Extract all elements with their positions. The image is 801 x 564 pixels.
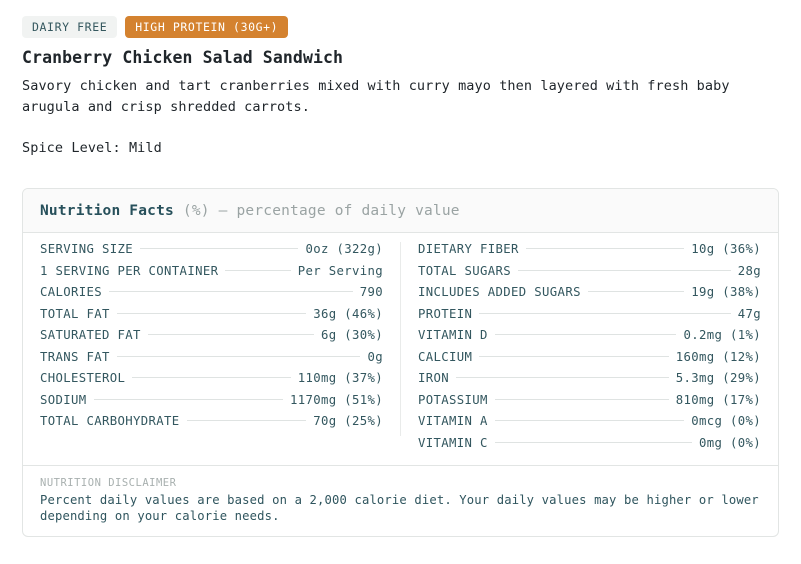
nutrition-row-leader bbox=[518, 269, 731, 271]
nutrition-row: PROTEIN 47g bbox=[418, 307, 761, 329]
nutrition-row-label: POTASSIUM bbox=[418, 392, 488, 407]
nutrition-row-value: 810mg (17%) bbox=[675, 392, 761, 407]
nutrition-row-label: TOTAL CARBOHYDRATE bbox=[40, 414, 180, 428]
nutrition-row-leader bbox=[479, 312, 731, 314]
nutrition-row-label: TRANS FAT bbox=[40, 349, 110, 364]
nutrition-row: TOTAL CARBOHYDRATE 70g (25%) bbox=[40, 414, 383, 436]
nutrition-card-header: Nutrition Facts (%) – percentage of dail… bbox=[23, 189, 778, 233]
nutrition-row-leader bbox=[494, 334, 677, 335]
nutrition-row-value: 0mg (0%) bbox=[698, 435, 761, 450]
nutrition-row-leader bbox=[494, 441, 692, 443]
nutrition-row: TRANS FAT 0g bbox=[40, 350, 383, 372]
nutrition-row-leader bbox=[494, 398, 669, 400]
nutrition-row: IRON 5.3mg (29%) bbox=[418, 371, 761, 393]
nutrition-row-label: IRON bbox=[418, 371, 450, 385]
nutrition-row-label: CALCIUM bbox=[418, 349, 473, 364]
nutrition-row-leader bbox=[587, 291, 685, 292]
nutrition-row: TOTAL FAT 36g (46%) bbox=[40, 307, 383, 329]
nutrition-row-value: 10g (36%) bbox=[691, 242, 761, 256]
nutrition-row: INCLUDES ADDED SUGARS 19g (38%) bbox=[418, 285, 761, 307]
nutrition-row-leader bbox=[479, 355, 669, 357]
nutrition-row-value: 160mg (12%) bbox=[675, 349, 761, 364]
nutrition-row: 1 SERVING PER CONTAINER Per Serving bbox=[40, 264, 383, 286]
nutrition-row: SATURATED FAT 6g (30%) bbox=[40, 328, 383, 350]
badge-dairy-free: DAIRY FREE bbox=[22, 16, 118, 38]
nutrition-row-leader bbox=[116, 312, 307, 314]
nutrition-row-value: 19g (38%) bbox=[691, 285, 761, 299]
nutrition-row: VITAMIN A 0mcg (0%) bbox=[418, 414, 761, 436]
nutrition-row-value: 5.3mg (29%) bbox=[675, 371, 761, 385]
nutrition-card-body: SERVING SIZE 0oz (322g) 1 SERVING PER CONT… bbox=[23, 233, 778, 465]
nutrition-row-label: INCLUDES ADDED SUGARS bbox=[418, 285, 581, 299]
nutrition-row-label: SODIUM bbox=[40, 392, 87, 407]
nutrition-row-label: VITAMIN D bbox=[418, 328, 488, 342]
nutrition-row: POTASSIUM 810mg (17%) bbox=[418, 393, 761, 415]
nutrition-row-leader bbox=[525, 248, 685, 249]
nutrition-row: VITAMIN D 0.2mg (1%) bbox=[418, 328, 761, 350]
nutrition-row-value: Per Serving bbox=[297, 263, 383, 278]
nutrition-row-label: TOTAL FAT bbox=[40, 306, 110, 321]
nutrition-row-label: SATURATED FAT bbox=[40, 328, 141, 342]
nutrition-row-leader bbox=[494, 420, 685, 421]
nutrition-row-leader bbox=[456, 377, 669, 378]
nutrition-row-label: CALORIES bbox=[40, 285, 103, 299]
disclaimer-text: Percent daily values are based on a 2,00… bbox=[40, 493, 759, 523]
nutrition-row-label: VITAMIN A bbox=[418, 414, 488, 428]
nutrition-row-value: 0mcg (0%) bbox=[691, 414, 761, 428]
nutrition-row-leader bbox=[109, 291, 353, 292]
nutrition-column-right: DIETARY FIBER 10g (36%) TOTAL SUGARS 28g INC… bbox=[401, 242, 778, 457]
nutrition-row: SODIUM 1170mg (51%) bbox=[40, 393, 383, 415]
nutrition-row-leader bbox=[225, 269, 291, 271]
nutrition-row: CALCIUM 160mg (12%) bbox=[418, 350, 761, 372]
nutrition-column-left: SERVING SIZE 0oz (322g) 1 SERVING PER CONT… bbox=[23, 242, 401, 436]
nutrition-row-label: TOTAL SUGARS bbox=[418, 263, 512, 278]
nutrition-row-label: SERVING SIZE bbox=[40, 242, 134, 256]
nutrition-row-value: 110mg (37%) bbox=[297, 371, 383, 385]
nutrition-row-leader bbox=[147, 334, 314, 335]
nutrition-row-leader bbox=[93, 398, 283, 400]
disclaimer-label: NUTRITION DISCLAIMER bbox=[40, 477, 177, 489]
nutrition-row-label: PROTEIN bbox=[418, 306, 473, 321]
nutrition-row: DIETARY FIBER 10g (36%) bbox=[418, 242, 761, 264]
nutrition-row: VITAMIN C 0mg (0%) bbox=[418, 436, 761, 458]
nutrition-row: TOTAL SUGARS 28g bbox=[418, 264, 761, 286]
nutrition-row: SERVING SIZE 0oz (322g) bbox=[40, 242, 383, 264]
nutrition-row-leader bbox=[132, 377, 291, 378]
nutrition-page: DAIRY FREE HIGH PROTEIN (30G+) Cranberry… bbox=[0, 0, 801, 564]
nutrition-row: CHOLESTEROL 110mg (37%) bbox=[40, 371, 383, 393]
nutrition-row-value: 1170mg (51%) bbox=[289, 392, 383, 407]
nutrition-row-leader bbox=[186, 420, 307, 421]
page-title: Cranberry Chicken Salad Sandwich bbox=[22, 48, 344, 67]
nutrition-row-value: 28g bbox=[737, 263, 761, 278]
nutrition-row-label: DIETARY FIBER bbox=[418, 242, 519, 256]
nutrition-row-leader bbox=[140, 248, 299, 249]
nutrition-disclaimer: NUTRITION DISCLAIMER Percent daily value… bbox=[23, 465, 778, 536]
nutrition-row-value: 0g bbox=[367, 349, 383, 364]
spice-level-text: Spice Level: Mild bbox=[22, 140, 162, 156]
nutrition-row-value: 6g (30%) bbox=[320, 328, 383, 342]
nutrition-row-value: 36g (46%) bbox=[313, 306, 383, 321]
badge-row: DAIRY FREE HIGH PROTEIN (30G+) bbox=[22, 16, 779, 38]
nutrition-facts-subtitle: (%) – percentage of daily value bbox=[182, 203, 460, 219]
nutrition-row-leader bbox=[116, 355, 361, 357]
nutrition-row-value: 70g (25%) bbox=[313, 414, 383, 428]
nutrition-row-value: 0.2mg (1%) bbox=[683, 328, 761, 342]
nutrition-row-value: 47g bbox=[737, 306, 761, 321]
badge-high-protein: HIGH PROTEIN (30G+) bbox=[125, 16, 289, 38]
nutrition-row: CALORIES 790 bbox=[40, 285, 383, 307]
nutrition-row-value: 0oz (322g) bbox=[305, 242, 383, 256]
nutrition-row-label: CHOLESTEROL bbox=[40, 371, 126, 385]
nutrition-facts-card: Nutrition Facts (%) – percentage of dail… bbox=[22, 188, 779, 537]
nutrition-facts-title: Nutrition Facts bbox=[40, 203, 174, 219]
nutrition-row-label: 1 SERVING PER CONTAINER bbox=[40, 263, 219, 278]
nutrition-row-value: 790 bbox=[359, 285, 383, 299]
item-description: Savory chicken and tart cranberries mixe… bbox=[22, 78, 730, 115]
nutrition-row-label: VITAMIN C bbox=[418, 435, 488, 450]
